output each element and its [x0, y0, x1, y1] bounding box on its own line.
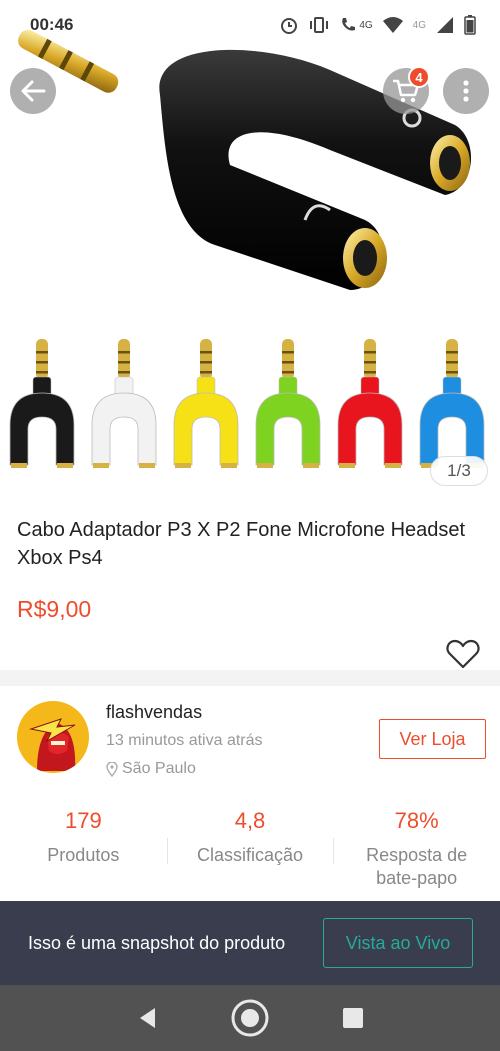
- variant-adapter-1: [9, 339, 75, 468]
- snapshot-text: Isso é uma snapshot do produto: [28, 932, 286, 953]
- network-label-2: 4G: [412, 19, 426, 31]
- stat-label: Classificação: [196, 845, 304, 865]
- stat-label: Produtos: [47, 845, 120, 865]
- battery-icon: [464, 15, 476, 35]
- stat-products[interactable]: 179 Produtos: [0, 800, 167, 895]
- call-4g-indicator: 4G: [339, 16, 373, 34]
- stat-value: 78%: [394, 808, 439, 833]
- status-bar: 00:46 4G 4G: [0, 0, 500, 50]
- variant-strip: [9, 339, 485, 468]
- variant-adapter-2: [91, 339, 157, 468]
- nav-home-button[interactable]: [225, 993, 275, 1043]
- variant-adapter-6: [419, 339, 485, 468]
- more-vertical-icon: [463, 80, 469, 102]
- nav-recents-button[interactable]: [328, 993, 378, 1043]
- stat-label: Resposta de bate-papo: [366, 845, 468, 888]
- section-divider: [0, 670, 500, 686]
- more-options-button[interactable]: [443, 68, 489, 114]
- shop-name[interactable]: flashvendas: [106, 702, 202, 723]
- live-view-button[interactable]: Vista ao Vivo: [323, 918, 473, 968]
- variant-adapter-5: [337, 339, 403, 468]
- image-counter: 1/3: [430, 456, 488, 486]
- back-button[interactable]: [10, 68, 56, 114]
- variant-adapter-4: [255, 339, 321, 468]
- shop-active-status: 13 minutos ativa atrás: [106, 732, 263, 749]
- stat-value: 4,8: [234, 808, 266, 833]
- product-title: Cabo Adaptador P3 X P2 Fone Microfone He…: [17, 519, 466, 569]
- product-price: R$9,00: [17, 596, 92, 622]
- stat-rating[interactable]: 4,8 Classificação: [166, 800, 334, 895]
- variant-images[interactable]: [0, 325, 500, 495]
- shop-location-text: São Paulo: [122, 760, 196, 777]
- wifi-icon: [382, 17, 403, 33]
- back-arrow-icon: [21, 80, 46, 102]
- variant-adapter-3: [173, 339, 239, 468]
- status-time: 00:46: [30, 15, 74, 34]
- heart-icon[interactable]: [446, 639, 480, 669]
- location-pin-icon: [106, 761, 118, 777]
- stat-chat-response[interactable]: 78% Resposta de bate-papo: [333, 800, 500, 895]
- shop-avatar[interactable]: [17, 701, 89, 773]
- network-label-1: 4G: [359, 19, 373, 31]
- shop-location: São Paulo: [106, 760, 196, 778]
- cart-count-badge: 4: [408, 66, 430, 88]
- signal-icon: [437, 17, 453, 33]
- square-recents-icon: [343, 1008, 364, 1028]
- flash-avatar-image: [17, 701, 89, 773]
- nav-back-button[interactable]: [122, 993, 172, 1043]
- system-nav-bar: [0, 985, 500, 1051]
- visit-shop-button[interactable]: Ver Loja: [379, 719, 486, 759]
- alarm-icon: [281, 18, 298, 34]
- status-icons: 4G 4G: [279, 15, 476, 35]
- triangle-back-icon: [139, 1008, 155, 1028]
- vibrate-icon: [310, 17, 329, 33]
- shop-stats: 179 Produtos 4,8 Classificação 78% Respo…: [0, 800, 500, 895]
- stat-value: 179: [64, 808, 102, 833]
- phone-icon: [342, 18, 356, 31]
- circle-home-icon: [231, 999, 269, 1037]
